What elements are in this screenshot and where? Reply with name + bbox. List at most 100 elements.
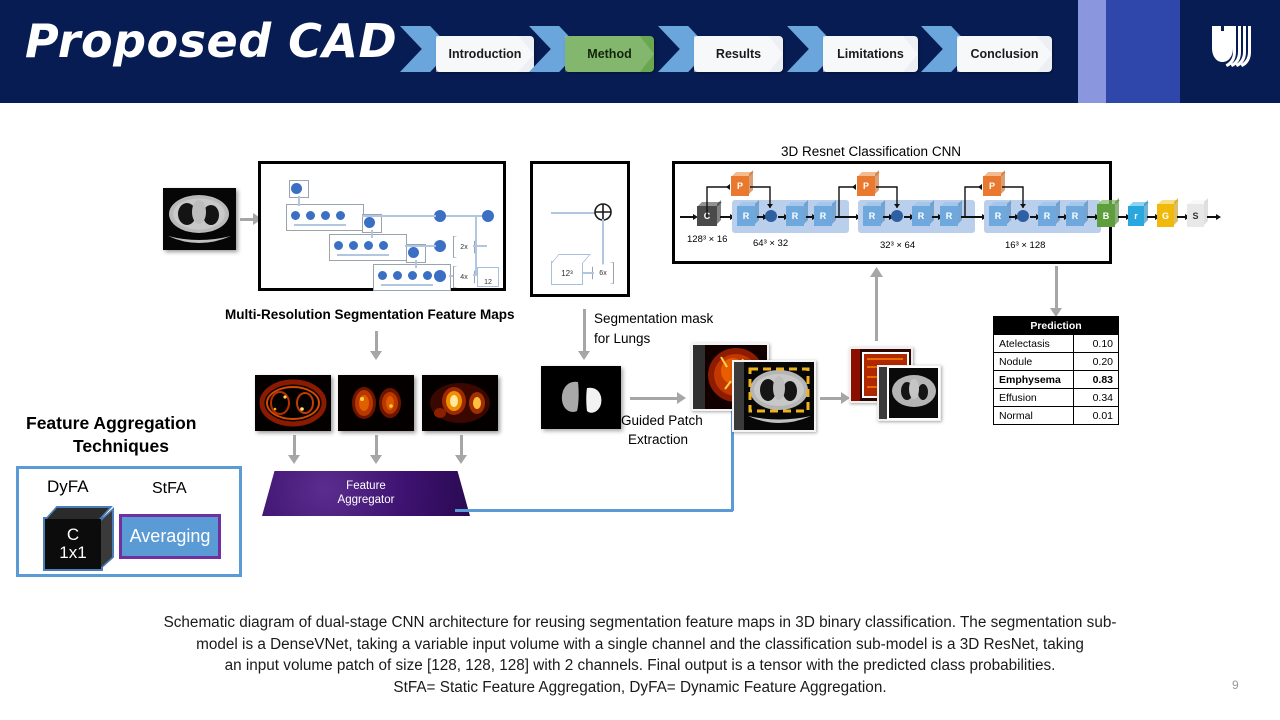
arrow-segnet-to-featuremaps	[375, 331, 378, 353]
segmentation-network-panel: 2x 4x 12	[258, 161, 506, 291]
resnet-res-label: R	[791, 211, 799, 221]
volume-tag-box: 12³	[551, 261, 583, 285]
guided-patch-label-line2: Extraction	[628, 432, 689, 447]
resnet-stage-label-3: 16³ × 128	[1005, 240, 1046, 251]
prediction-value: 0.34	[1073, 388, 1119, 407]
stfa-averaging-box: Averaging	[119, 514, 221, 559]
table-header-row: Prediction	[993, 316, 1119, 335]
nav-label-box-active[interactable]: Method	[565, 36, 654, 72]
caption-line-3: an input volume patch of size [128, 128,…	[224, 657, 1056, 675]
cube-side-face	[101, 507, 114, 569]
merge-line	[473, 245, 487, 247]
prediction-table-title: Prediction	[993, 316, 1119, 335]
nav-item-conclusion[interactable]: Conclusion	[921, 26, 1052, 82]
prediction-table: Prediction Atelectasis 0.10 Nodule 0.20 …	[993, 316, 1119, 425]
volume-tag-label: 12³	[561, 268, 573, 278]
upsample-4x-label: 4x	[460, 273, 468, 281]
cube-side-face	[1115, 198, 1119, 225]
nav-item-introduction[interactable]: Introduction	[400, 26, 534, 82]
mask-line	[602, 219, 604, 271]
diagram-canvas: 2x 4x 12 Multi-Resolution Segmentation F…	[0, 103, 1280, 608]
nav-label-box[interactable]: Results	[694, 36, 783, 72]
prediction-label: Nodule	[993, 352, 1074, 371]
arrow-head-icon	[578, 351, 590, 360]
cube-side-face	[930, 200, 934, 224]
upsample-6x-label: 6x	[599, 269, 607, 277]
aggregator-connector-horizontal	[455, 509, 733, 512]
table-row-highlighted: Emphysema 0.83	[993, 370, 1119, 389]
resnet-stage-label-0: 128³ × 16	[687, 234, 728, 245]
prediction-label: Atelectasis	[993, 334, 1074, 353]
dense-node	[336, 211, 345, 220]
dense-node	[321, 211, 330, 220]
dyfa-cube-label-line1: C	[66, 525, 80, 545]
resnet-stage-label-1: 64³ × 32	[753, 238, 789, 249]
arrow-fm2-to-aggregator	[375, 435, 378, 457]
feature-map-1	[255, 375, 331, 431]
resnet-res-block: R	[1066, 200, 1089, 226]
softmax-label: S	[1192, 210, 1199, 221]
arrow-mask-to-patch	[630, 397, 678, 400]
table-row: Nodule 0.20	[993, 352, 1119, 371]
slide-caption: Schematic diagram of dual-stage CNN arch…	[24, 612, 1256, 699]
arrow-patch-to-volume	[820, 397, 842, 400]
prediction-label: Effusion	[993, 388, 1074, 407]
batchnorm-block: B	[1097, 198, 1120, 227]
dense-node	[423, 271, 432, 280]
resnet-res-label: R	[1043, 211, 1051, 221]
nav-label-box[interactable]: Conclusion	[957, 36, 1052, 72]
upsample-6x: 6x	[592, 262, 614, 284]
feature-aggregation-title-line1: Feature Aggregation	[26, 413, 197, 433]
nav-item-results[interactable]: Results	[658, 26, 783, 82]
arrow-resnet-to-prediction	[1055, 266, 1058, 310]
feature-aggregation-title-line2: Techniques	[73, 436, 169, 456]
cube-side-face	[1056, 200, 1060, 224]
upsample-4x: 4x	[453, 266, 475, 288]
dense-node	[379, 241, 388, 250]
nav-item-label: Limitations	[837, 47, 904, 61]
nav-label-box[interactable]: Introduction	[436, 36, 534, 72]
segmentation-panel-label: Multi-Resolution Segmentation Feature Ma…	[225, 307, 515, 322]
arrow-head-icon	[370, 351, 382, 360]
nav-label-box[interactable]: Limitations	[823, 36, 918, 72]
resnet-arrow	[1177, 214, 1190, 219]
dense-node	[291, 211, 300, 220]
prediction-label: Emphysema	[993, 370, 1074, 389]
input-ct-slice-image	[163, 188, 236, 250]
resnet-res-block: R	[1038, 200, 1061, 226]
volume-tag-top	[551, 254, 591, 263]
resnet-arrow	[1147, 214, 1160, 219]
stfa-averaging-label: Averaging	[129, 526, 211, 546]
resnet-res-block: R	[814, 200, 837, 226]
nav-item-method[interactable]: Method	[529, 26, 654, 82]
globalpool-label: G	[1161, 210, 1169, 221]
dense-node	[364, 217, 375, 228]
dense-node	[334, 241, 343, 250]
table-row: Normal 0.01	[993, 406, 1119, 425]
table-row: Atelectasis 0.10	[993, 334, 1119, 353]
resnet-arrow	[778, 214, 789, 219]
cube-side-face	[958, 200, 962, 224]
page-title: Proposed CAD	[25, 14, 398, 68]
dense-node	[364, 241, 373, 250]
softmax-block: S	[1187, 198, 1209, 227]
ct-patch-with-bbox	[732, 360, 816, 432]
nav-item-label: Results	[715, 47, 762, 61]
arrow-head-icon	[677, 392, 686, 404]
resnet-res-block: R	[940, 200, 963, 226]
feature-aggregator-line2: Aggregator	[337, 493, 395, 506]
nav-item-limitations[interactable]: Limitations	[787, 26, 918, 82]
resnet-res-block: R	[786, 200, 809, 226]
globalpool-block: G	[1157, 198, 1179, 227]
resnet-input-arrow	[680, 214, 698, 219]
stfa-label: StFA	[152, 480, 187, 497]
lung-mask-image	[541, 366, 621, 429]
dense-skip-link	[337, 254, 389, 256]
caption-line-4: StFA= Static Feature Aggregation, DyFA= …	[393, 679, 887, 697]
cube-side-face	[1144, 200, 1148, 224]
dense-node	[408, 271, 417, 280]
skip-connection-2	[838, 184, 900, 217]
prediction-value: 0.83	[1073, 370, 1119, 389]
resnet-res-label: R	[945, 211, 953, 221]
dense-connector	[371, 230, 373, 238]
